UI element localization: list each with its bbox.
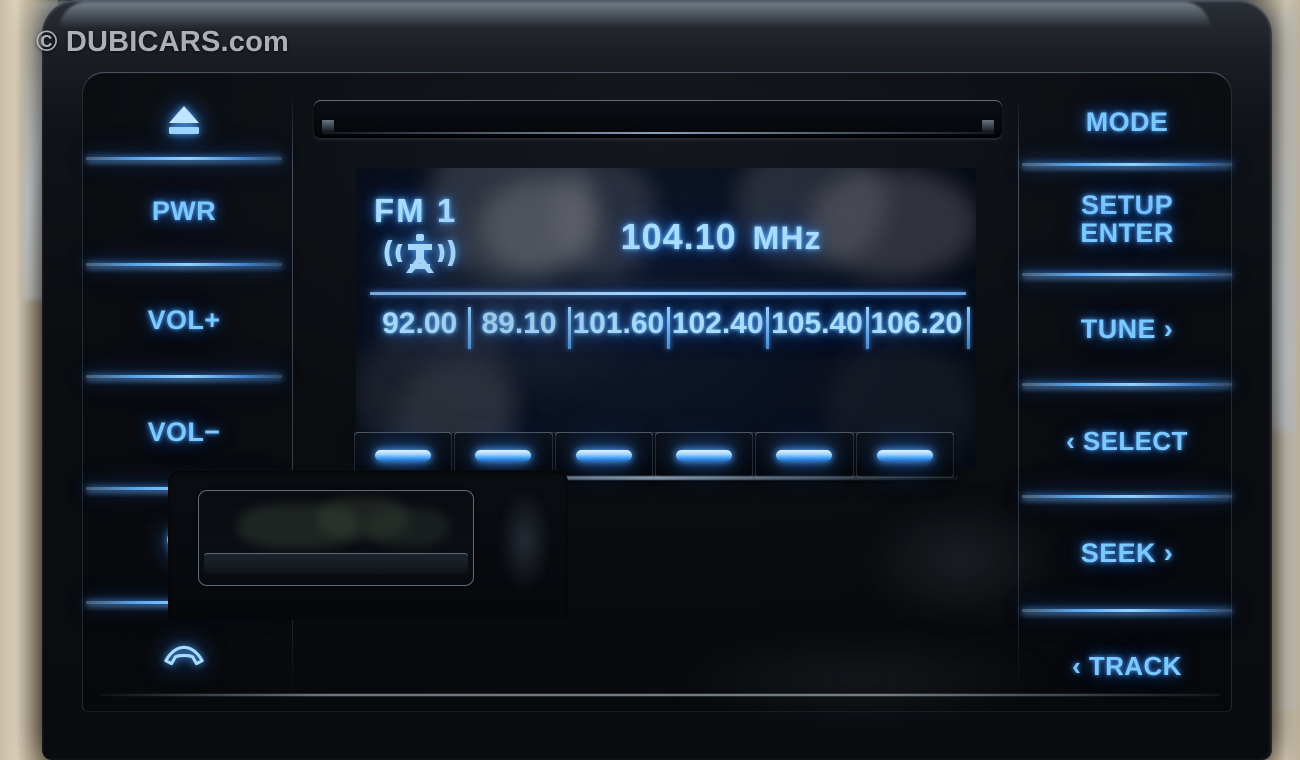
seek-button[interactable]: SEEK › [1022,502,1232,606]
preset-slot-5[interactable]: 105.40 [766,307,866,349]
phone-hangup-icon [161,639,207,681]
preset-indicator-icon [876,449,933,461]
bezel-right-highlight [1276,10,1298,710]
preset-slot-6[interactable]: 106.20 [865,307,971,349]
preset-button-4[interactable] [654,432,754,478]
button-divider-r3 [1022,380,1232,390]
cd-slot-notch-right [982,120,994,132]
aux-tray-lip [204,553,468,574]
preset-value: 92.00 [382,307,458,340]
preset-indicator-icon [676,449,733,461]
radio-display: FM 1 104.10 MHz 92.00 89.10 101.60 102.4… [356,168,976,468]
volume-up-button-label: VOL+ [147,305,221,336]
mode-button-label: MODE [1085,107,1169,138]
power-button-label: PWR [151,196,217,227]
tray-reflection [368,508,448,546]
button-divider-2 [86,260,282,270]
frequency-value: 104.10 [620,216,737,257]
seek-button-label: SEEK › [1080,538,1174,569]
preset-button-6[interactable] [855,432,954,478]
mode-button[interactable]: MODE [1022,86,1232,160]
band-indicator: FM 1 [374,192,458,229]
frequency-readout: 104.10 MHz [476,216,966,258]
preset-indicator-icon [776,449,833,461]
button-divider-r2 [1022,270,1232,280]
power-button[interactable]: PWR [86,164,282,260]
tray-reflection [238,504,358,548]
preset-indicator-icon [375,449,432,461]
preset-value: 105.40 [771,307,863,340]
tray-reflection [318,498,408,538]
button-divider-r1 [1022,160,1232,170]
preset-value: 101.60 [572,307,665,340]
preset-strip-rule [370,292,966,295]
preset-value: 102.40 [671,307,764,340]
button-divider-r5 [1022,606,1232,616]
tune-button-label: TUNE › [1080,314,1174,345]
right-button-column: MODE SETUP ENTER TUNE › ‹ SELECT SEEK › … [1022,86,1232,696]
select-button[interactable]: ‹ SELECT [1022,390,1232,492]
cd-slot-edge [322,132,994,134]
setup-enter-button-label: SETUP ENTER [1080,190,1174,248]
preset-indicator-icon [575,449,632,461]
cd-slot-notch-left [322,120,334,132]
volume-down-button-label: VOL− [147,417,221,448]
preset-slot-4[interactable]: 102.40 [666,307,767,349]
tray-side-shadow [498,492,558,612]
button-divider-1 [86,154,282,164]
preset-indicator-icon [475,449,532,461]
column-divider-right [1018,96,1019,696]
eject-button[interactable] [86,86,282,154]
preset-slot-2[interactable]: 89.10 [468,307,568,349]
preset-button-5[interactable] [755,432,854,478]
preset-slot-1[interactable]: 92.00 [370,307,469,341]
phone-hangup-button[interactable] [86,608,282,712]
head-unit-screenshot: PWR VOL+ VOL− FM 1 104.10 MHz 92.00 89.1… [0,0,1300,760]
radio-tower-icon [372,230,468,276]
select-button-label: ‹ SELECT [1066,425,1188,456]
preset-slot-3[interactable]: 101.60 [567,307,668,349]
track-button-label: ‹ TRACK [1072,650,1182,681]
watermark: © DUBICARS.com [36,26,289,58]
volume-up-button[interactable]: VOL+ [86,270,282,372]
bezel-top-highlight [60,2,1210,28]
preset-button-3[interactable] [554,432,653,478]
tune-button[interactable]: TUNE › [1022,280,1232,380]
button-divider-3 [86,372,282,382]
button-divider-r4 [1022,492,1232,502]
track-button[interactable]: ‹ TRACK [1022,616,1232,716]
volume-down-button[interactable]: VOL− [86,382,282,484]
frequency-unit: MHz [752,220,822,256]
preset-value: 89.10 [481,307,557,340]
preset-frequency-strip: 92.00 89.10 101.60 102.40 105.40 106.20 [370,300,971,349]
preset-value: 106.20 [870,307,963,340]
eject-icon [164,103,204,137]
setup-enter-button[interactable]: SETUP ENTER [1022,170,1232,270]
